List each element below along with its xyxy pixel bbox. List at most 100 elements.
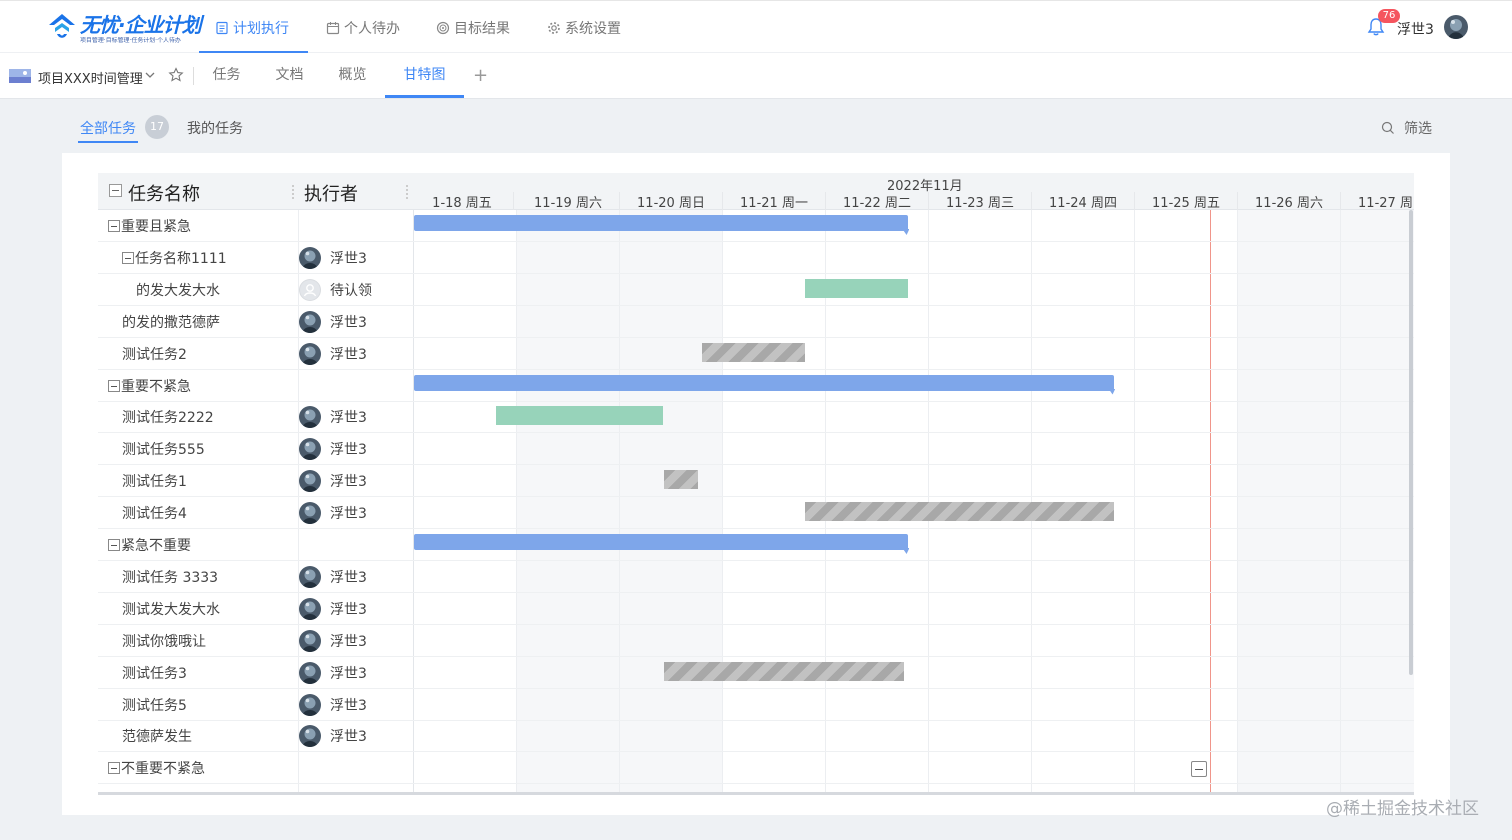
task-bar[interactable] (664, 470, 699, 490)
executor[interactable]: 浮世3 (299, 693, 367, 717)
nav-personal-todo[interactable]: 个人待办 (326, 1, 400, 54)
tab-overview[interactable]: 概览 (325, 53, 380, 98)
executor[interactable]: 待认领 (299, 278, 372, 302)
collapse-all-toggle[interactable] (109, 184, 122, 197)
task-bar[interactable] (702, 342, 806, 362)
app-logo[interactable]: 无忧·企业计划 项目管理·目标管理·任务计划·个人待办 (46, 7, 202, 49)
gantt-body: 重要且紧急 任务名称1111 浮世3 的发大发大水 待认领 的发的撒范德萨 浮世3 测试任务2… (98, 210, 1414, 795)
table-row[interactable]: 任务名称1111 浮世3 (98, 242, 1414, 274)
day-header: 11-21 周一 (723, 192, 826, 211)
table-row[interactable]: 测试任务5 浮世3 (98, 689, 1414, 721)
task-name[interactable]: 测试你饿哦让 (122, 631, 206, 651)
task-name[interactable]: 测试任务5 (122, 695, 187, 715)
nav-system-settings[interactable]: 系统设置 (547, 1, 621, 54)
column-header-executor: 执行者 (304, 184, 358, 205)
task-bar[interactable] (664, 661, 905, 681)
executor[interactable]: 浮世3 (299, 342, 367, 366)
executor[interactable]: 浮世3 (299, 310, 367, 334)
tab-documents[interactable]: 文档 (262, 53, 317, 98)
table-row[interactable]: 测试任务4 浮世3 (98, 497, 1414, 530)
nav-label: 个人待办 (344, 20, 400, 37)
task-name[interactable]: 范德萨发生 (122, 726, 192, 746)
executor[interactable]: 浮世3 (299, 597, 367, 621)
executor[interactable]: 浮世3 (299, 246, 367, 270)
task-name[interactable]: 测试任务2 (122, 344, 187, 364)
task-name[interactable]: 的发大发大水 (136, 280, 220, 300)
executor-name: 浮世3 (330, 601, 367, 618)
executor-name: 浮世3 (330, 250, 367, 267)
task-name[interactable]: 的发的撒范德萨 (122, 312, 220, 332)
executor-name: 浮世3 (330, 442, 367, 459)
collapse-toggle[interactable] (108, 762, 120, 775)
task-bar[interactable] (805, 278, 909, 298)
filter-button[interactable]: 筛选 (1381, 118, 1432, 138)
table-row[interactable]: 测试任务2222 浮世3 (98, 401, 1414, 434)
watermark: @稀土掘金技术社区 (1326, 799, 1479, 819)
avatar[interactable] (1444, 15, 1468, 39)
tab-tasks[interactable]: 任务 (199, 53, 254, 98)
executor[interactable]: 浮世3 (299, 661, 367, 685)
executor[interactable]: 浮世3 (299, 565, 367, 589)
project-name[interactable]: 项目XXX时间管理 (38, 68, 143, 87)
filter-my-tasks[interactable]: 我的任务 (187, 118, 243, 138)
task-name[interactable]: 测试发大发大水 (122, 599, 220, 619)
avatar (299, 438, 321, 461)
task-name[interactable]: 测试任务3 (122, 663, 187, 683)
column-resize-handle[interactable] (292, 185, 294, 199)
task-bar[interactable] (496, 406, 664, 426)
gantt-chart: 任务名称 执行者 2022年11月 1-18 周五 11-19 周六 11-20 周… (98, 173, 1414, 795)
group-summary-bar[interactable] (414, 215, 909, 231)
table-row[interactable]: 测试任务3 浮世3 (98, 657, 1414, 689)
executor[interactable]: 浮世3 (299, 629, 367, 653)
collapse-toggle[interactable] (108, 539, 120, 551)
executor[interactable]: 浮世3 (299, 437, 367, 461)
executor[interactable]: 浮世3 (299, 405, 367, 429)
star-icon[interactable] (168, 67, 184, 83)
day-header: 11-22 周二 (826, 192, 929, 211)
add-tab-button[interactable]: + (473, 53, 488, 98)
chevron-down-icon[interactable] (144, 69, 156, 81)
table-row[interactable]: 测试你饿哦让 浮世3 (98, 625, 1414, 657)
nav-goal-results[interactable]: 目标结果 (436, 1, 510, 54)
task-name[interactable]: 测试任务4 (122, 503, 187, 523)
task-name[interactable]: 测试任务 3333 (122, 567, 218, 587)
executor[interactable]: 浮世3 (299, 469, 367, 493)
table-row[interactable]: 测试任务555 浮世3 (98, 433, 1414, 466)
collapse-toggle[interactable] (108, 379, 120, 392)
group-label: 不重要不紧急 (108, 758, 205, 778)
executor[interactable]: 浮世3 (299, 501, 367, 525)
group-row[interactable]: 紧急不重要 (98, 529, 1414, 561)
user-name[interactable]: 浮世3 (1397, 19, 1434, 39)
table-row[interactable]: 测试任务1 浮世3 (98, 465, 1414, 498)
filter-all-tasks[interactable]: 全部任务 (80, 118, 136, 138)
tab-gantt[interactable]: 甘特图 (385, 53, 464, 98)
column-resize-handle[interactable] (406, 185, 408, 199)
table-row[interactable]: 测试任务2 浮世3 (98, 338, 1414, 370)
nav-plan-execution[interactable]: 计划执行 (215, 1, 289, 54)
table-row[interactable]: 范德萨发生 浮世3 (98, 720, 1414, 753)
day-header: 11-20 周日 (620, 192, 723, 211)
group-row[interactable]: 不重要不紧急 (98, 752, 1414, 785)
collapse-toggle[interactable] (108, 220, 120, 232)
group-row[interactable]: 重要且紧急 (98, 210, 1414, 242)
group-summary-bar[interactable] (414, 374, 1115, 391)
task-name[interactable]: 任务名称1111 (122, 248, 227, 268)
table-row[interactable]: 的发的撒范德萨 浮世3 (98, 306, 1414, 338)
avatar (299, 502, 321, 525)
table-row[interactable]: 的发大发大水 待认领 (98, 274, 1414, 306)
group-name: 重要且紧急 (121, 219, 191, 235)
executor-name: 浮世3 (330, 633, 367, 650)
table-row[interactable]: 测试发大发大水 浮世3 (98, 593, 1414, 625)
group-summary-bar[interactable] (414, 534, 909, 550)
group-row[interactable]: 重要不紧急 (98, 370, 1414, 402)
table-row[interactable]: 测试任务 3333 浮世3 (98, 561, 1414, 593)
day-header: 11-19 周六 (517, 192, 620, 211)
executor[interactable]: 浮世3 (299, 724, 367, 748)
vertical-scrollbar[interactable] (1409, 210, 1413, 675)
horizontal-scrollbar[interactable] (98, 792, 1414, 795)
collapse-toggle[interactable] (122, 251, 134, 264)
task-name[interactable]: 测试任务555 (122, 439, 205, 459)
task-bar[interactable] (805, 502, 1115, 522)
task-name[interactable]: 测试任务1 (122, 471, 187, 491)
task-name[interactable]: 测试任务2222 (122, 407, 214, 427)
